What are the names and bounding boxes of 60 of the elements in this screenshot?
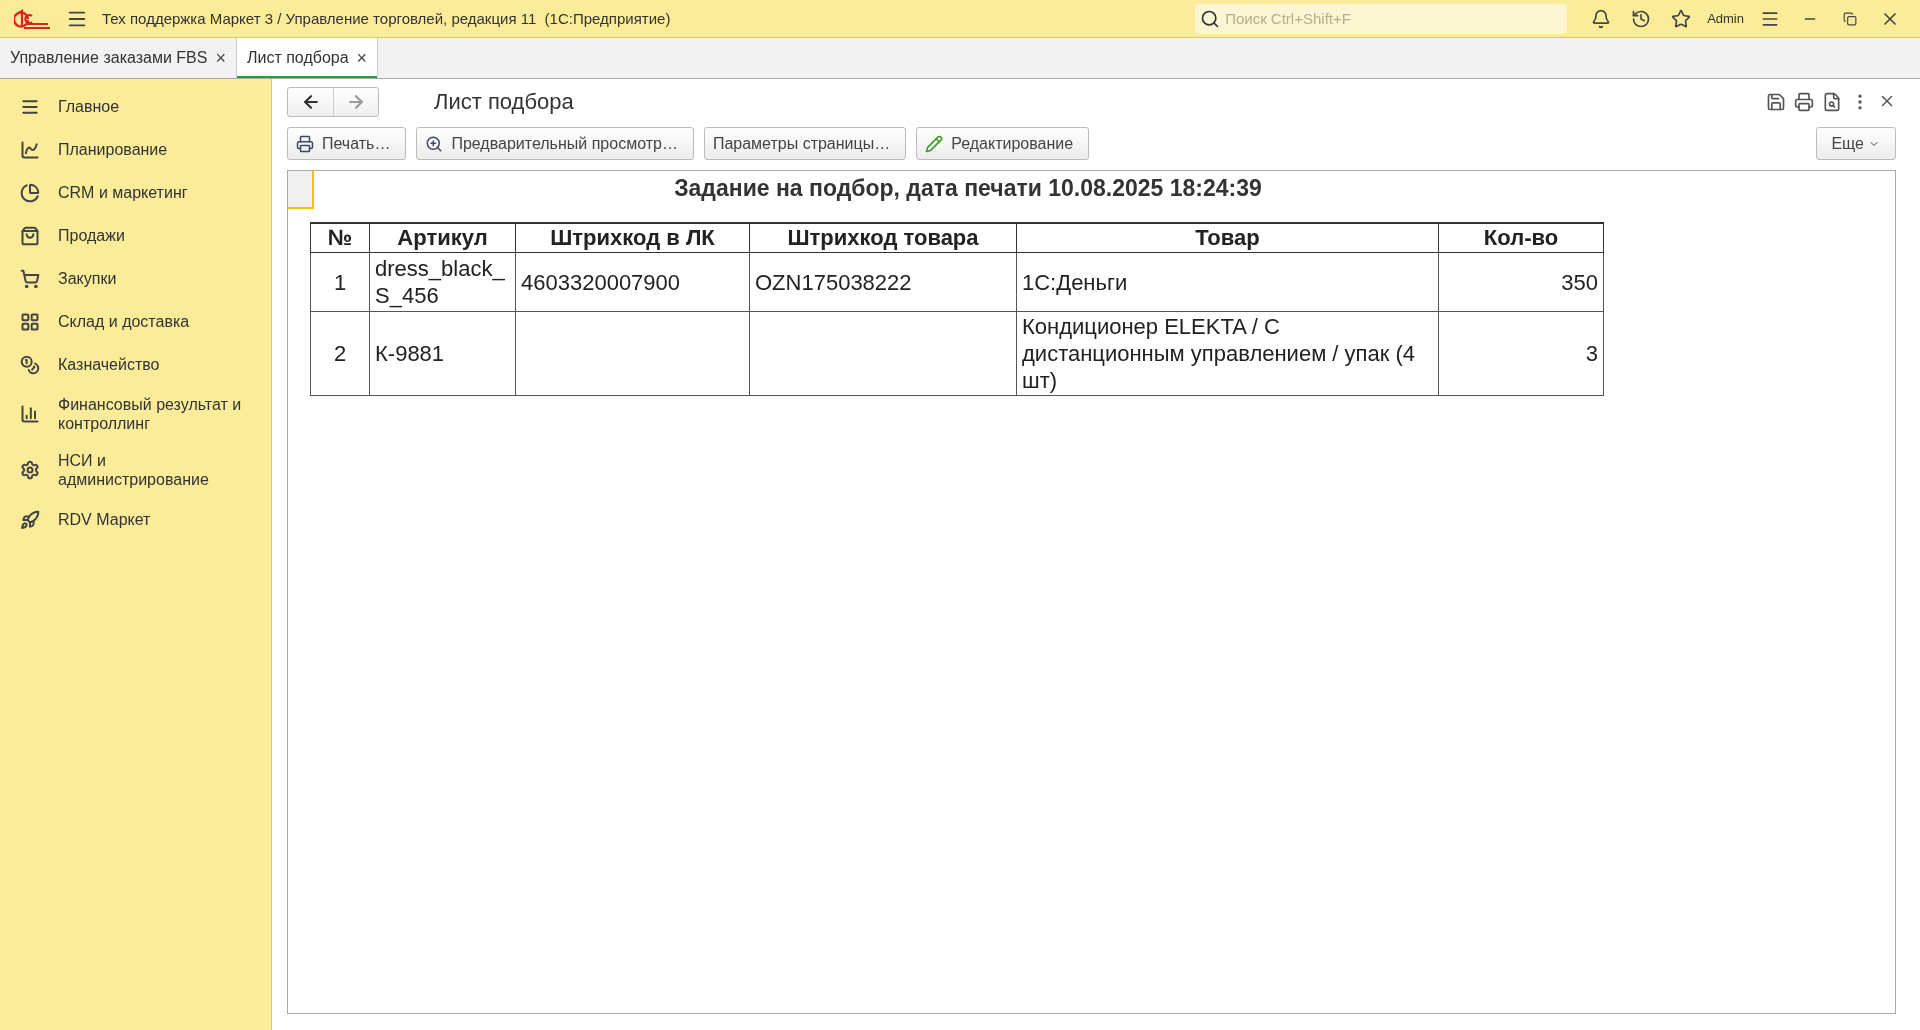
search-field[interactable]: Поиск Ctrl+Shift+F xyxy=(1195,3,1568,34)
tab-label: Лист подбора xyxy=(246,49,349,67)
table-cell: 4603320007900 xyxy=(515,252,750,312)
tab[interactable]: Управление заказами FBS × xyxy=(0,38,237,78)
document-heading: Задание на подбор, дата печати 10.08.2025 18:24:39 xyxy=(673,174,1263,203)
sidebar-item[interactable]: Планирование xyxy=(58,140,258,159)
bag-icon xyxy=(20,225,40,246)
column-header: Штрихкод товара xyxy=(749,223,1017,253)
sidebar-item[interactable]: НСИ и администрирование xyxy=(58,451,258,489)
tab-label: Управление заказами FBS xyxy=(10,49,208,67)
more-button[interactable]: Еще xyxy=(1816,127,1896,160)
window-title: Тех поддержка Маркет 3 / Управление торговлей, редакция 11 (1С:Предприятие) xyxy=(102,10,672,27)
chart-icon xyxy=(20,139,40,160)
toolbar-button[interactable]: Печать… xyxy=(287,127,407,160)
sidebar-item[interactable]: Казначейство xyxy=(58,355,258,374)
toolbar-button[interactable]: Предварительный просмотр… xyxy=(416,127,694,160)
bar-chart-icon xyxy=(20,404,40,424)
sidebar-item[interactable]: Главное xyxy=(58,97,258,116)
printer-icon[interactable] xyxy=(1794,92,1814,112)
table-cell: dress_black_S_456 xyxy=(369,252,516,312)
cell-cursor xyxy=(288,171,314,209)
sidebar-item[interactable]: Финансовый результат и контроллинг xyxy=(58,395,258,433)
tab[interactable]: Лист подбора × xyxy=(236,38,379,78)
sidebar-item[interactable]: RDV Маркет xyxy=(58,510,258,529)
column-header: Товар xyxy=(1016,223,1439,253)
column-header: Артикул xyxy=(369,223,516,253)
rocket-icon xyxy=(20,509,40,530)
table-cell: 1С:Деньги xyxy=(1016,252,1439,312)
coins-icon xyxy=(20,354,40,375)
magnifier-icon xyxy=(425,134,444,153)
table-cell: Кондиционер ELEKTA / С дистанционным управлением / упак (4 шт) xyxy=(1016,311,1439,396)
column-header: № xyxy=(310,223,370,253)
toolbar-button[interactable]: Параметры страницы… xyxy=(703,127,907,160)
table-cell: 350 xyxy=(1438,252,1604,312)
sidebar-item[interactable]: Склад и доставка xyxy=(58,312,258,331)
pie-chart-icon xyxy=(20,182,40,203)
table-cell: 1 xyxy=(310,252,370,312)
printer-icon xyxy=(296,134,314,153)
column-header: Кол-во xyxy=(1438,223,1604,253)
close-icon[interactable]: × xyxy=(356,47,368,69)
sidebar-item[interactable]: CRM и маркетинг xyxy=(58,183,258,202)
pencil-icon xyxy=(925,134,944,153)
settings-icon xyxy=(20,460,40,480)
toolbar-button[interactable]: Редактирование xyxy=(916,127,1090,160)
search-icon xyxy=(1200,8,1221,29)
logo-icon xyxy=(14,7,52,30)
table-cell: К-9881 xyxy=(369,311,516,396)
cart-icon xyxy=(20,268,40,289)
close-icon[interactable]: × xyxy=(215,47,226,69)
preview-icon[interactable] xyxy=(1822,92,1842,112)
user-name[interactable]: Admin xyxy=(1707,11,1744,26)
grid-icon xyxy=(20,311,40,332)
table-cell: 2 xyxy=(310,311,370,396)
form-title: Лист подбора xyxy=(434,89,575,115)
table-cell: 3 xyxy=(1438,311,1604,396)
sidebar-item[interactable]: Продажи xyxy=(58,226,258,245)
sidebar-item[interactable]: Закупки xyxy=(58,269,258,288)
table-cell: OZN175038222 xyxy=(749,252,1017,312)
column-header: Штрихкод в ЛК xyxy=(515,223,750,253)
save-icon[interactable] xyxy=(1766,92,1786,112)
